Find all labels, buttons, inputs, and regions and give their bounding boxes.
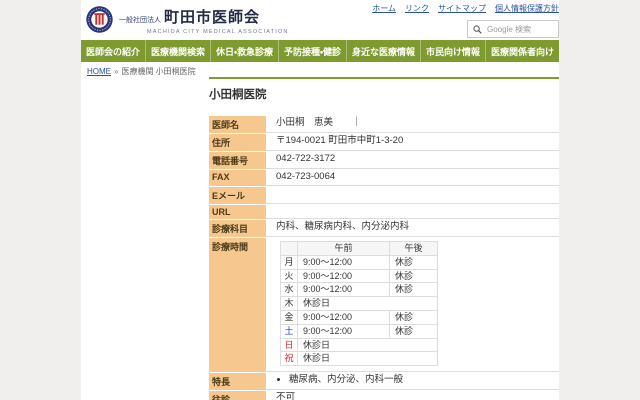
hours-pm-cell: 休診 xyxy=(390,324,438,338)
detail-row: 特長 糖尿病、内分泌、内科一般 xyxy=(209,373,559,390)
nav-item[interactable]: 医療機関検索 xyxy=(145,40,210,62)
detail-row: FAX042-723-0064 xyxy=(209,170,559,186)
hours-am-cell: 9:00～12:00 xyxy=(298,283,390,297)
hours-am-cell: 9:00～12:00 xyxy=(298,269,390,283)
medical-association-emblem-icon xyxy=(86,6,113,33)
detail-value xyxy=(266,187,559,204)
detail-row: 診療科目内科、糖尿病内科、内分泌内科 xyxy=(209,220,559,237)
hours-header-cell: 午後 xyxy=(390,241,438,255)
detail-label: FAX xyxy=(209,170,266,186)
hours-row: 日休診日 xyxy=(281,338,438,352)
site-header: 一般社団法人 町田市医師会 MACHIDA CITY MEDICAL ASSOC… xyxy=(81,0,559,40)
org-type-label: 一般社団法人 xyxy=(119,15,161,25)
hours-row: 水9:00～12:00休診 xyxy=(281,283,438,297)
page: 一般社団法人 町田市医師会 MACHIDA CITY MEDICAL ASSOC… xyxy=(81,0,559,400)
detail-row: 医師名小田桐 恵美 ｜ xyxy=(209,116,559,133)
hours-day-cell: 金 xyxy=(281,310,298,324)
org-name-label: 町田市医師会 xyxy=(164,6,260,27)
hours-pm-cell: 休診 xyxy=(390,283,438,297)
nav-item[interactable]: 医療関係者向け xyxy=(485,40,559,62)
hours-am-cell: 9:00～12:00 xyxy=(298,324,390,338)
nav-item[interactable]: 休日・救急診療 xyxy=(210,40,278,62)
main-nav: 医師会の紹介医療機関検索休日・救急診療予防接種・健診身近な医療情報市民向け情報医… xyxy=(81,40,559,62)
detail-label: 診療科目 xyxy=(209,220,266,237)
search-placeholder-text: Google 検索 xyxy=(487,24,531,35)
hours-day-cell: 祝 xyxy=(281,352,298,366)
detail-value: 042-722-3172 xyxy=(266,152,559,169)
detail-label: Eメール xyxy=(209,187,266,204)
hours-closed-cell: 休診日 xyxy=(298,338,438,352)
top-nav-link[interactable]: 個人情報保護方針 xyxy=(495,4,559,13)
hours-day-cell: 日 xyxy=(281,338,298,352)
detail-label: 診療時間 xyxy=(209,238,266,372)
hours-row: 火9:00～12:00休診 xyxy=(281,269,438,283)
hours-pm-cell: 休診 xyxy=(390,255,438,269)
hours-row: 木休診日 xyxy=(281,297,438,311)
hours-row: 金9:00～12:00休診 xyxy=(281,310,438,324)
breadcrumb: HOME»医療機関 小田桐医院 xyxy=(81,62,559,77)
clinic-hours-table: 午前午後月9:00～12:00休診火9:00～12:00休診水9:00～12:0… xyxy=(280,241,438,366)
nav-item[interactable]: 市民向け情報 xyxy=(420,40,485,62)
detail-value: 〒194-0021 町田市中町1-3-20 xyxy=(266,134,559,151)
nav-item[interactable]: 予防接種・健診 xyxy=(278,40,346,62)
details-tbody: 医師名小田桐 恵美 ｜住所〒194-0021 町田市中町1-3-20電話番号04… xyxy=(209,116,559,400)
detail-row: 診療時間午前午後月9:00～12:00休診火9:00～12:00休診水9:00～… xyxy=(209,238,559,372)
detail-label: 医師名 xyxy=(209,116,266,133)
top-nav-links: ホームリンクサイトマップ個人情報保護方針 xyxy=(363,3,559,14)
hours-day-cell: 火 xyxy=(281,269,298,283)
detail-value: 内科、糖尿病内科、内分泌内科 xyxy=(266,220,559,237)
top-nav-link[interactable]: ホーム xyxy=(372,4,396,13)
hours-pm-cell: 休診 xyxy=(390,310,438,324)
search-icon xyxy=(473,25,482,34)
hours-pm-cell: 休診 xyxy=(390,269,438,283)
detail-label: 往診 xyxy=(209,391,266,400)
detail-label: 特長 xyxy=(209,373,266,390)
top-nav-link[interactable]: サイトマップ xyxy=(438,4,486,13)
detail-value: 小田桐 恵美 ｜ xyxy=(266,116,559,133)
header-utility: ホームリンクサイトマップ個人情報保護方針 Google 検索 xyxy=(363,3,559,39)
detail-value: 午前午後月9:00～12:00休診火9:00～12:00休診水9:00～12:0… xyxy=(266,238,559,372)
google-search-box[interactable]: Google 検索 xyxy=(467,20,559,38)
detail-label: 電話番号 xyxy=(209,152,266,169)
page-title: 小田桐医院 xyxy=(209,86,559,102)
hours-day-cell: 木 xyxy=(281,297,298,311)
org-name-english-label: MACHIDA CITY MEDICAL ASSOCIATION xyxy=(119,29,289,35)
detail-row: 住所〒194-0021 町田市中町1-3-20 xyxy=(209,134,559,151)
detail-row: URL xyxy=(209,205,559,219)
detail-label: URL xyxy=(209,205,266,219)
nav-item[interactable]: 医師会の紹介 xyxy=(81,40,145,62)
hours-day-cell: 水 xyxy=(281,283,298,297)
hours-day-cell: 月 xyxy=(281,255,298,269)
hours-day-cell: 土 xyxy=(281,324,298,338)
breadcrumb-separator: » xyxy=(114,67,118,76)
detail-value: 不可 xyxy=(266,391,559,400)
top-nav-link[interactable]: リンク xyxy=(405,4,429,13)
detail-label: 住所 xyxy=(209,134,266,151)
detail-row: Eメール xyxy=(209,187,559,204)
nav-item[interactable]: 身近な医療情報 xyxy=(346,40,420,62)
logo-text: 一般社団法人 町田市医師会 MACHIDA CITY MEDICAL ASSOC… xyxy=(119,6,289,35)
hours-am-cell: 9:00～12:00 xyxy=(298,310,390,324)
hours-row: 月9:00～12:00休診 xyxy=(281,255,438,269)
hours-closed-cell: 休診日 xyxy=(298,297,438,311)
clinic-details-table: 医師名小田桐 恵美 ｜住所〒194-0021 町田市中町1-3-20電話番号04… xyxy=(209,115,559,400)
features-list: 糖尿病、内分泌、内科一般 xyxy=(289,375,557,386)
breadcrumb-trail: 医療機関 小田桐医院 xyxy=(121,67,195,76)
detail-row: 電話番号042-722-3172 xyxy=(209,152,559,169)
hours-header-cell: 午前 xyxy=(298,241,390,255)
detail-value xyxy=(266,205,559,219)
detail-value: 糖尿病、内分泌、内科一般 xyxy=(266,373,559,390)
breadcrumb-home-link[interactable]: HOME xyxy=(87,67,111,76)
hours-closed-cell: 休診日 xyxy=(298,352,438,366)
hours-row: 土9:00～12:00休診 xyxy=(281,324,438,338)
hours-am-cell: 9:00～12:00 xyxy=(298,255,390,269)
hours-header-cell xyxy=(281,241,298,255)
detail-row: 往診不可 xyxy=(209,391,559,400)
main-content: 小田桐医院 医師名小田桐 恵美 ｜住所〒194-0021 町田市中町1-3-20… xyxy=(209,77,559,400)
hours-row: 祝休診日 xyxy=(281,352,438,366)
detail-value: 042-723-0064 xyxy=(266,170,559,186)
features-list-item: 糖尿病、内分泌、内科一般 xyxy=(289,375,557,386)
